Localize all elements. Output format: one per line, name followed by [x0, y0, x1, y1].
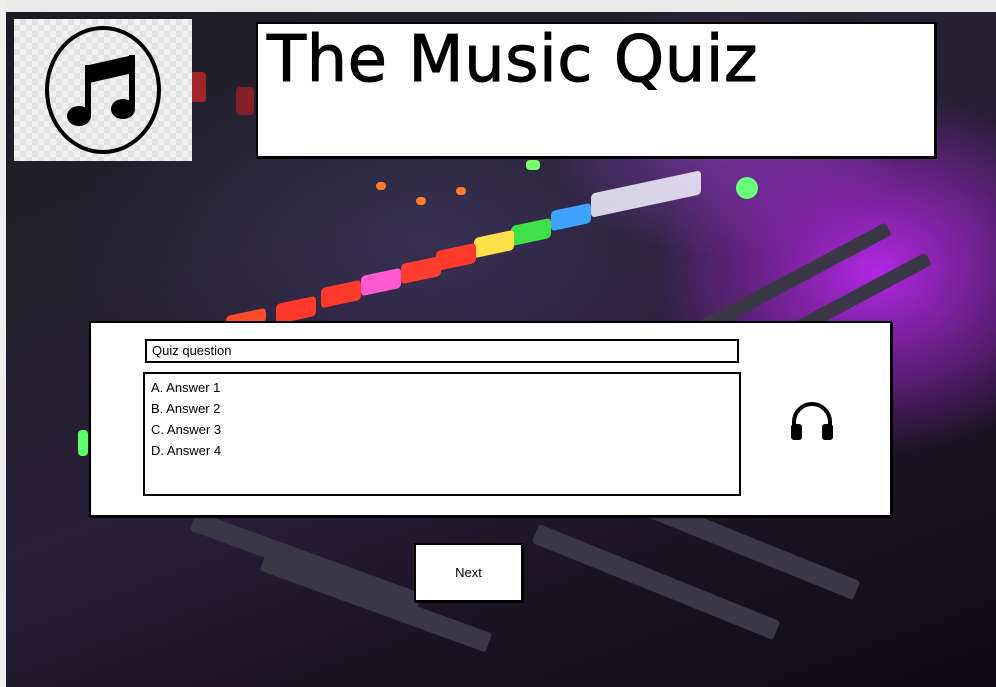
music-note-icon: [45, 26, 161, 154]
title-banner: The Music Quiz: [256, 22, 936, 158]
next-button[interactable]: Next: [414, 543, 523, 602]
window-top-edge: [0, 0, 996, 12]
page-title: The Music Quiz: [266, 23, 759, 97]
answer-option-c[interactable]: C. Answer 3: [145, 419, 739, 440]
quiz-question: Quiz question: [145, 339, 739, 363]
answer-list: A. Answer 1 B. Answer 2 C. Answer 3 D. A…: [143, 372, 741, 496]
answer-option-a[interactable]: A. Answer 1: [145, 377, 739, 398]
headphones-icon[interactable]: [788, 398, 836, 442]
logo: [14, 19, 192, 161]
quiz-panel: Quiz question A. Answer 1 B. Answer 2 C.…: [89, 321, 892, 517]
answer-option-d[interactable]: D. Answer 4: [145, 440, 739, 461]
answer-option-b[interactable]: B. Answer 2: [145, 398, 739, 419]
